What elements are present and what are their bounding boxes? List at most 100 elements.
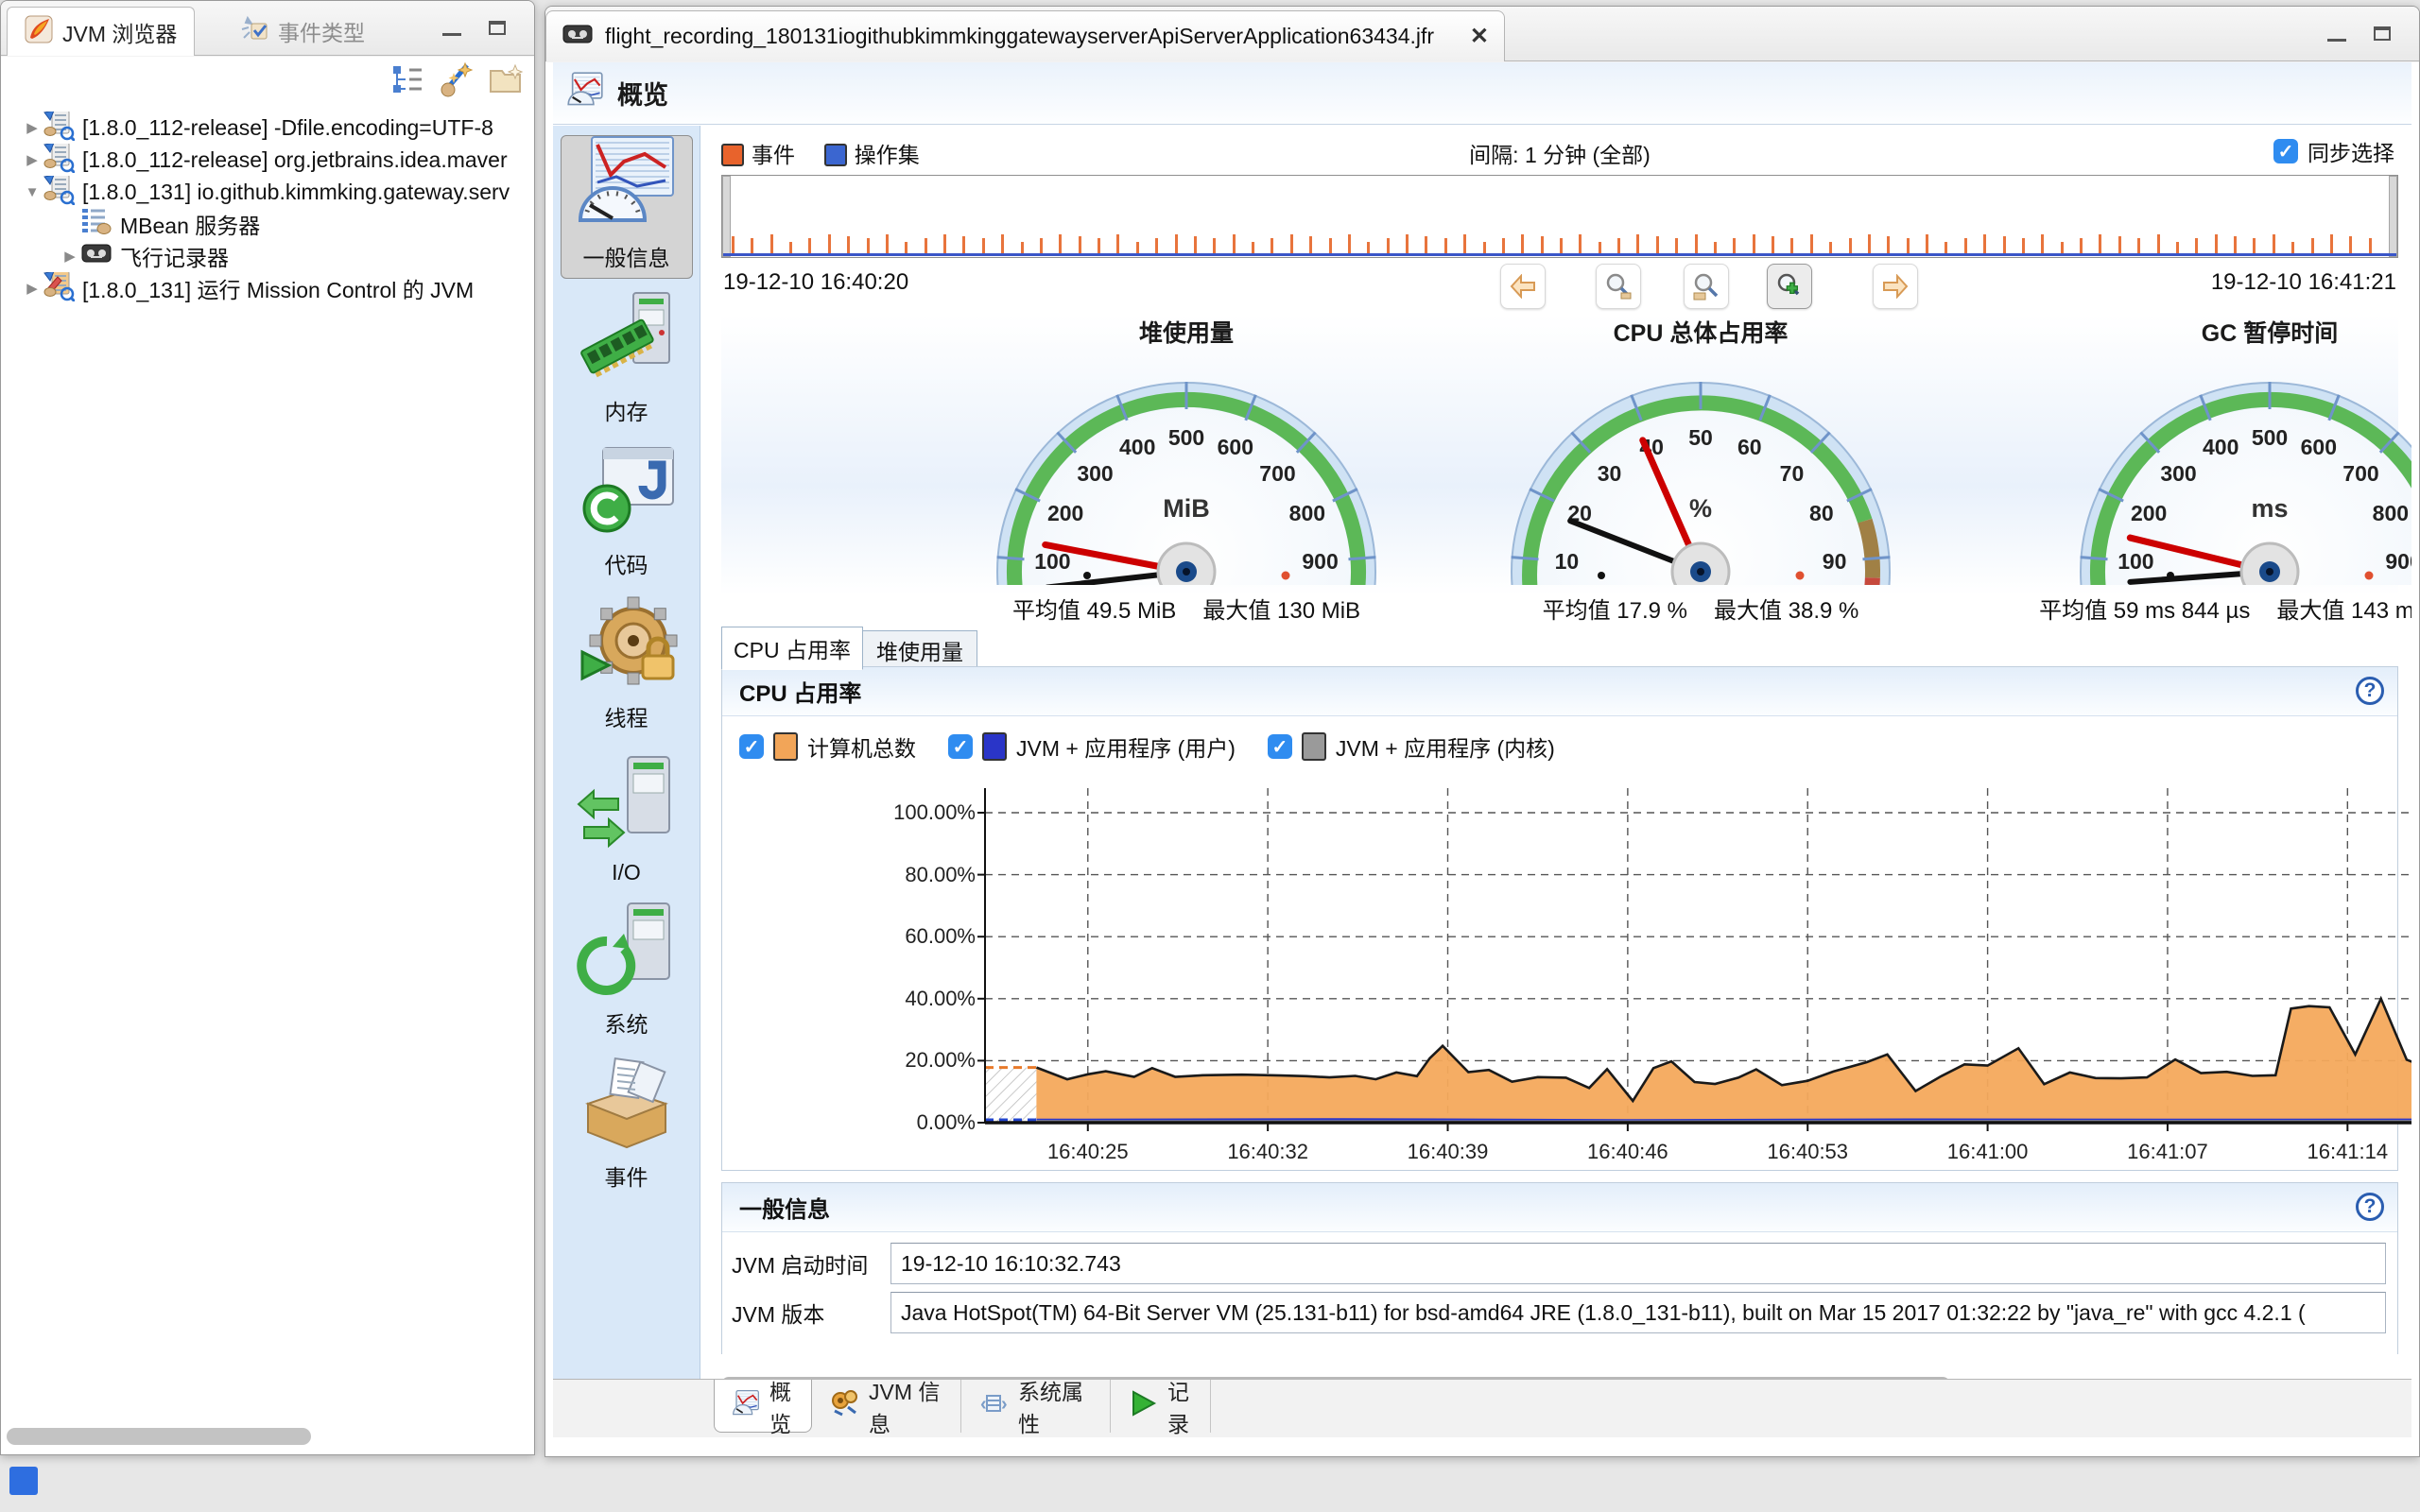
tree-item[interactable]: ▶[1.8.0_112-release] org.jetbrains.idea.… bbox=[1, 144, 534, 176]
legend-swatch bbox=[1302, 732, 1326, 761]
tree-item[interactable]: ▶[1.8.0_112-release] -Dfile.encoding=UTF… bbox=[1, 112, 534, 144]
sidebar-item-label: 系统 bbox=[605, 1006, 648, 1039]
sidebar-item-label: I/O bbox=[612, 860, 641, 885]
jvm-browser-body: ▶[1.8.0_112-release] -Dfile.encoding=UTF… bbox=[1, 57, 534, 1454]
twisty-collapsed-icon[interactable]: ▶ bbox=[60, 248, 80, 265]
tree-item[interactable]: ▶飞行记录器 bbox=[1, 240, 534, 272]
cpu-usage-gauge: CPU 总体占用率0102030405060708090100%平均值 17.9… bbox=[1455, 315, 1946, 627]
events-icon bbox=[575, 1053, 679, 1156]
zoom-out-button[interactable] bbox=[1596, 264, 1641, 309]
twisty-collapsed-icon[interactable]: ▶ bbox=[22, 280, 43, 297]
twisty-expanded-icon[interactable]: ▼ bbox=[22, 184, 43, 200]
heap-usage-gauge: 堆使用量01002003004005006007008009001000MiB平… bbox=[941, 315, 1432, 627]
editor-tab[interactable]: flight_recording_180131iogithubkimmkingg… bbox=[545, 10, 1505, 61]
help-icon[interactable]: ? bbox=[2356, 1193, 2384, 1221]
main-minimize-button[interactable] bbox=[2321, 20, 2353, 46]
system-properties-icon: ‹› bbox=[978, 1388, 1009, 1424]
minimize-button[interactable] bbox=[436, 14, 468, 41]
y-axis-label: 100.00% bbox=[872, 800, 976, 825]
sidebar-item-label: 内存 bbox=[605, 394, 648, 426]
sync-selection-checkbox[interactable] bbox=[2273, 139, 2298, 163]
collapse-all-icon[interactable] bbox=[389, 60, 426, 98]
timeline-right-handle[interactable] bbox=[2389, 176, 2397, 257]
info-row-value[interactable]: Java HotSpot(TM) 64-Bit Server VM (25.13… bbox=[890, 1292, 2386, 1333]
jvm-connection-icon bbox=[43, 144, 75, 176]
maximize-button[interactable] bbox=[481, 14, 513, 41]
code-icon bbox=[575, 440, 679, 543]
gauge-average: 平均值 59 ms 844 µs bbox=[2039, 598, 2250, 624]
x-axis-label: 16:41:07 bbox=[2111, 1140, 2224, 1164]
twisty-collapsed-icon[interactable]: ▶ bbox=[22, 119, 43, 136]
legend-checkbox[interactable] bbox=[1268, 734, 1292, 759]
tree-item[interactable]: ▶[1.8.0_131] 运行 Mission Control 的 JVM bbox=[1, 272, 534, 304]
nav-forward-button[interactable] bbox=[1873, 264, 1918, 309]
y-axis-label: 0.00% bbox=[872, 1110, 976, 1135]
bottom-tab-label: 概览 bbox=[769, 1374, 794, 1438]
sidebar-item-io[interactable]: I/O bbox=[561, 747, 693, 891]
svg-text:800: 800 bbox=[2373, 501, 2409, 525]
desktop-indicator bbox=[9, 1467, 38, 1495]
twisty-collapsed-icon[interactable]: ▶ bbox=[22, 151, 43, 168]
gauge-maximum: 最大值 38.9 % bbox=[1714, 598, 1858, 624]
sidebar-item-events[interactable]: 事件 bbox=[561, 1054, 693, 1197]
overview-icon bbox=[732, 1389, 760, 1423]
page-title: 概览 bbox=[617, 75, 668, 112]
gauge-stats: 平均值 17.9 %最大值 38.9 % bbox=[1455, 592, 1946, 625]
threads-icon bbox=[575, 593, 679, 696]
tab-cpu-usage[interactable]: CPU 占用率 bbox=[721, 627, 863, 670]
mbean-server-icon bbox=[80, 208, 112, 240]
cpu-usage-chart[interactable] bbox=[976, 769, 2411, 1140]
nav-back-button[interactable] bbox=[1500, 264, 1546, 309]
sync-selection[interactable]: 同步选择 bbox=[2273, 135, 2394, 167]
tab-event-types[interactable]: 事件类型 bbox=[223, 7, 382, 56]
help-icon[interactable]: ? bbox=[2356, 677, 2384, 705]
gauge-title: 堆使用量 bbox=[941, 315, 1432, 349]
sidebar-item-threads[interactable]: 线程 bbox=[561, 594, 693, 738]
tab-recording[interactable]: 记录 bbox=[1111, 1380, 1211, 1433]
timeline-left-handle[interactable] bbox=[722, 176, 731, 257]
flight-recorder-icon bbox=[80, 240, 112, 272]
timeline-range-selector[interactable] bbox=[721, 175, 2398, 258]
tree-item[interactable]: MBean 服务器 bbox=[1, 208, 534, 240]
svg-text:600: 600 bbox=[1218, 435, 1253, 459]
tab-heap-usage[interactable]: 堆使用量 bbox=[862, 630, 977, 670]
tab-jvm-browser[interactable]: JVM 浏览器 bbox=[7, 7, 195, 56]
x-axis-label: 16:41:00 bbox=[1931, 1140, 2045, 1164]
legend-item-1: JVM + 应用程序 (用户) bbox=[948, 730, 1236, 763]
timeline-operative-set-lane bbox=[723, 253, 2396, 256]
zoom-in-button[interactable] bbox=[1767, 264, 1812, 309]
recording-icon bbox=[1128, 1388, 1158, 1424]
sidebar-item-system[interactable]: 系统 bbox=[561, 901, 693, 1044]
y-axis-label: 80.00% bbox=[872, 863, 976, 887]
jvm-browser-icon bbox=[25, 15, 53, 49]
left-horizontal-scrollbar[interactable] bbox=[5, 1428, 530, 1445]
magnifier-icon bbox=[1692, 272, 1720, 301]
svg-text:90: 90 bbox=[1823, 549, 1847, 574]
sidebar-item-general-info[interactable]: 一般信息 bbox=[561, 135, 693, 279]
new-connection-icon[interactable] bbox=[438, 60, 475, 98]
jvm-tree: ▶[1.8.0_112-release] -Dfile.encoding=UTF… bbox=[1, 112, 534, 304]
svg-text:500: 500 bbox=[2252, 425, 2288, 450]
tree-item[interactable]: ▼[1.8.0_131] io.github.kimmking.gateway.… bbox=[1, 176, 534, 208]
interval-label: 间隔: 1 分钟 (全部) bbox=[1469, 137, 1651, 169]
sidebar-item-label: 事件 bbox=[605, 1160, 648, 1192]
main-maximize-button[interactable] bbox=[2366, 20, 2398, 46]
info-row-value[interactable]: 19-12-10 16:10:32.743 bbox=[890, 1243, 2386, 1284]
tab-system-properties[interactable]: ‹›系统属性 bbox=[961, 1380, 1111, 1433]
new-folder-icon[interactable] bbox=[487, 60, 525, 98]
x-axis-label: 16:41:14 bbox=[2290, 1140, 2404, 1164]
editor-tabbar: flight_recording_180131iogithubkimmkingg… bbox=[545, 7, 2419, 61]
zoom-selection-button[interactable] bbox=[1684, 264, 1729, 309]
gauge-average: 平均值 49.5 MiB bbox=[1012, 598, 1176, 624]
tab-overview[interactable]: 概览 bbox=[714, 1380, 812, 1433]
sidebar-item-memory[interactable]: 内存 bbox=[561, 288, 693, 432]
sidebar-item-code[interactable]: 代码 bbox=[561, 441, 693, 585]
close-icon[interactable]: ✕ bbox=[1470, 23, 1489, 50]
tab-jvm-information[interactable]: JVM 信息 bbox=[812, 1380, 961, 1433]
general-info-title: 一般信息 bbox=[739, 1191, 830, 1224]
timeline-timestamp-row: 19-12-10 16:40:20 19-12-10 16:41:21 bbox=[721, 264, 2398, 311]
info-row-label: JVM 启动时间 bbox=[732, 1247, 890, 1280]
jvm-mission-control-icon bbox=[43, 272, 75, 304]
tab-event-types-label: 事件类型 bbox=[278, 15, 365, 47]
bottom-tab-label: 记录 bbox=[1167, 1374, 1193, 1438]
